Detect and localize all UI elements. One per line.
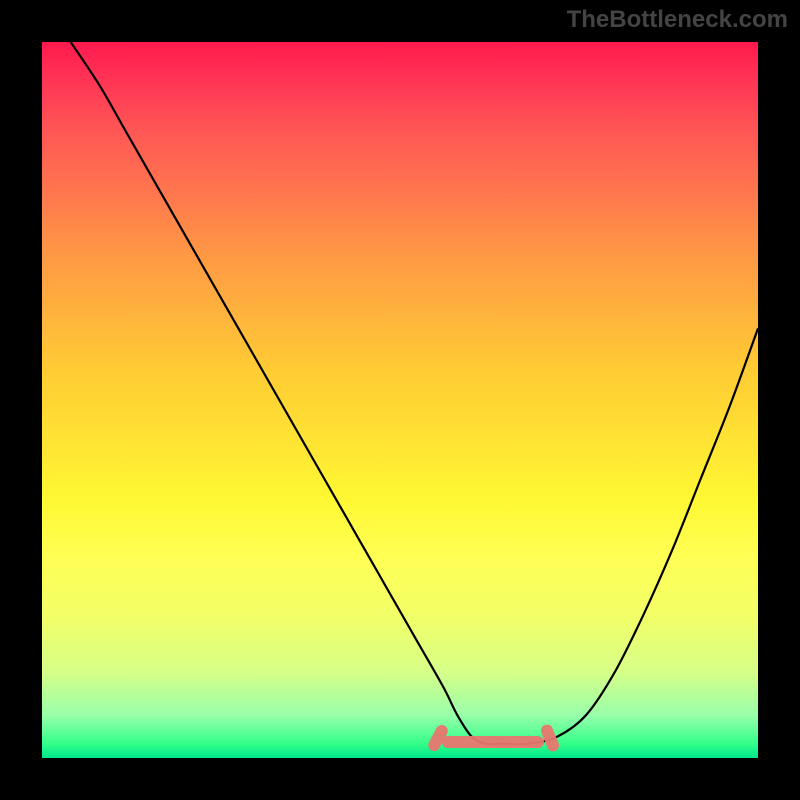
bottleneck-curve — [71, 42, 758, 744]
watermark-text: TheBottleneck.com — [567, 6, 788, 34]
chart-plot-area — [42, 42, 758, 758]
optimal-range-highlight — [442, 736, 545, 748]
chart-curve-svg — [42, 42, 758, 758]
